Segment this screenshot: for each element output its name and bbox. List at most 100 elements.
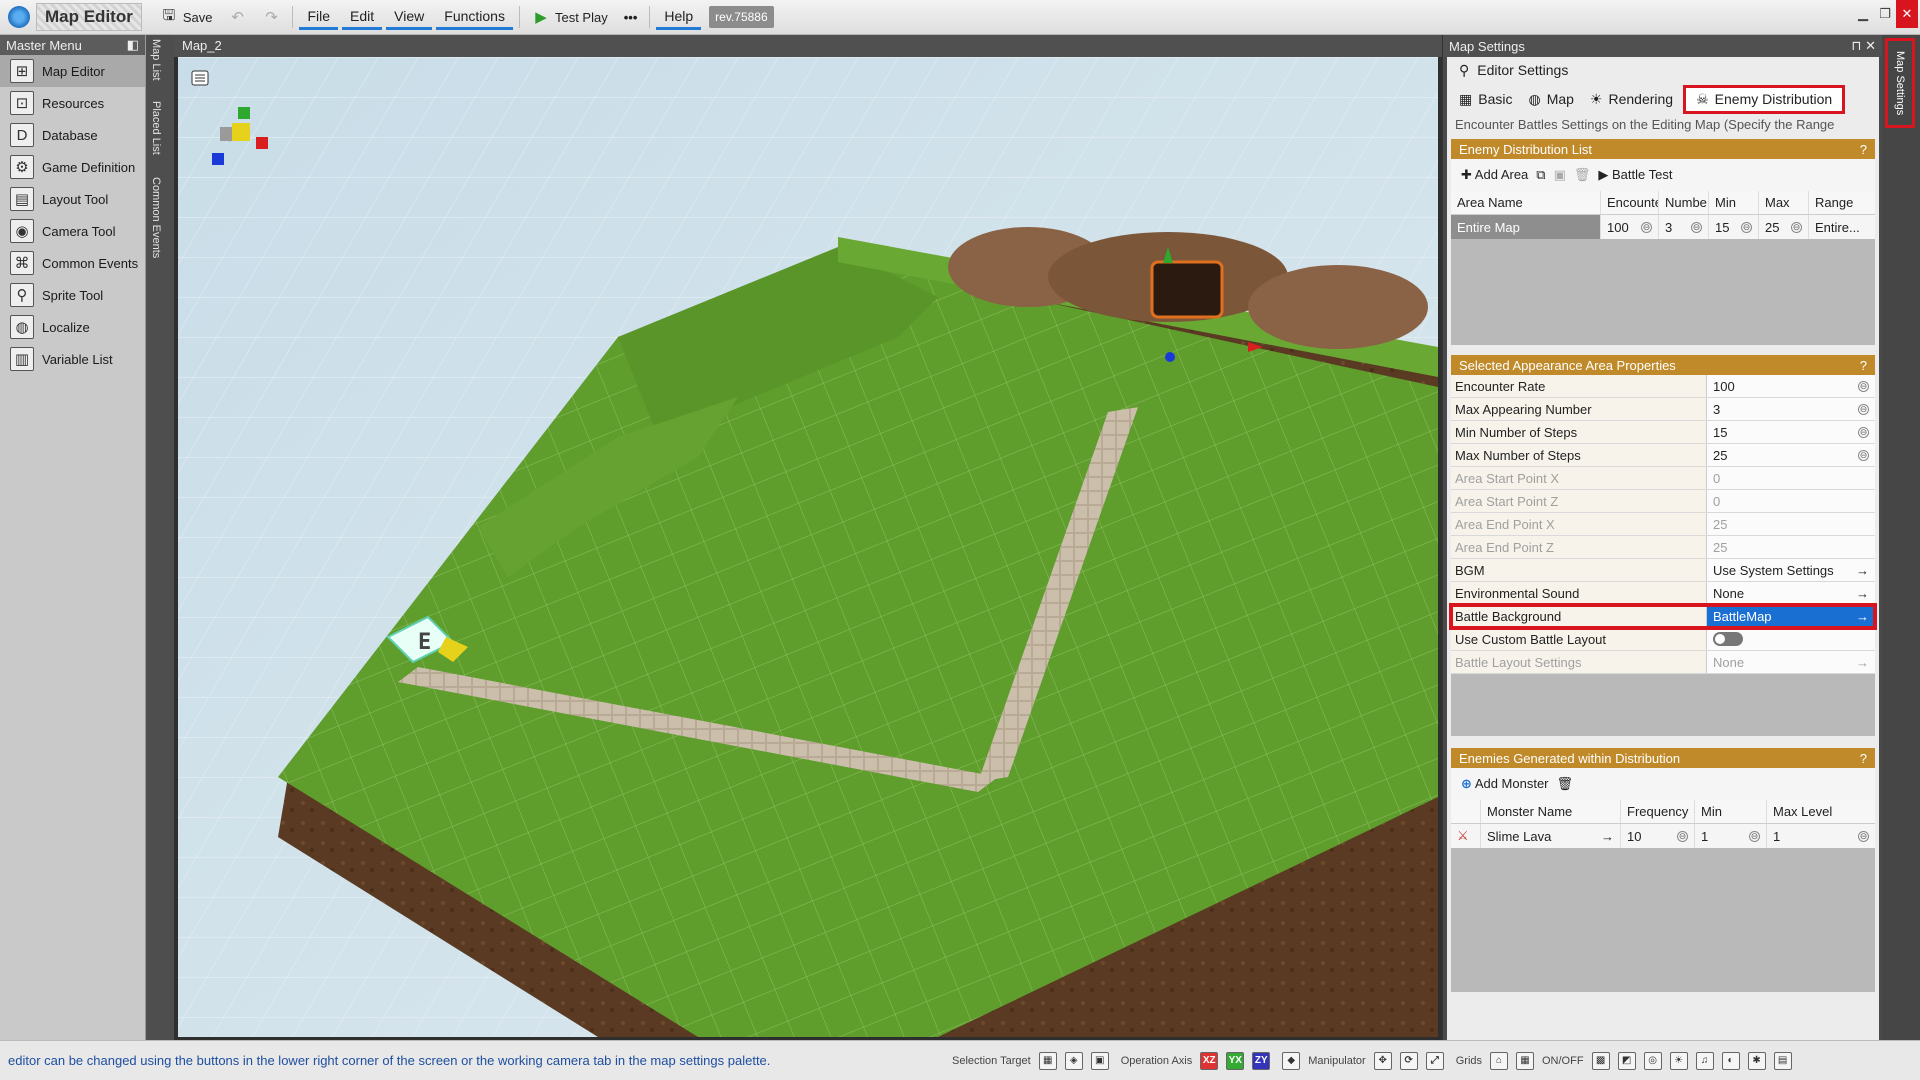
test-play-button[interactable]: ▶ Test Play <box>524 3 616 31</box>
arrow-right-icon[interactable]: → <box>1601 829 1614 844</box>
tab-placed-list[interactable]: Placed List <box>150 101 162 155</box>
scale-icon[interactable]: ⤢ <box>1425 1051 1444 1070</box>
stepper-icon[interactable]: ⊖ <box>1858 830 1869 842</box>
property-value[interactable]: 3 ⊖ <box>1707 398 1875 420</box>
stepper-icon[interactable]: ⊖ <box>1858 403 1869 415</box>
grid-select-icon[interactable]: ▦ <box>1038 1051 1057 1070</box>
master-menu-item-game-definition[interactable]: ⚙ Game Definition <box>0 151 145 183</box>
property-row-min-number-of-steps[interactable]: Min Number of Steps 15 ⊖ <box>1451 421 1875 444</box>
stepper-icon[interactable]: ⊖ <box>1641 221 1652 233</box>
help-icon[interactable]: ? <box>1860 142 1867 157</box>
help-icon[interactable]: ? <box>1860 751 1867 766</box>
col-max-level[interactable]: Max Level <box>1767 800 1875 823</box>
copy-icon[interactable]: ⧉ <box>1536 167 1545 183</box>
camera-icon[interactable]: ◎ <box>1643 1051 1662 1070</box>
master-menu-item-resources[interactable]: ⊡ Resources <box>0 87 145 119</box>
view-icon[interactable]: ◐ <box>1721 1051 1740 1070</box>
master-menu-item-map-editor[interactable]: ⊞ Map Editor <box>0 55 145 87</box>
help-icon[interactable]: ? <box>1860 358 1867 373</box>
property-row-battle-background[interactable]: Battle Background BattleMap → <box>1449 603 1877 630</box>
tab-basic[interactable]: ▦ Basic <box>1453 87 1518 112</box>
tab-enemy-distribution[interactable]: ☠ Enemy Distribution <box>1683 84 1846 114</box>
object-select-icon[interactable]: ◈ <box>1064 1051 1083 1070</box>
property-row-max-appearing-number[interactable]: Max Appearing Number 3 ⊖ <box>1451 398 1875 421</box>
save-button[interactable]: 🖫 Save <box>152 3 221 31</box>
menu-view[interactable]: View <box>386 4 433 30</box>
master-menu-item-localize[interactable]: ◍ Localize <box>0 311 145 343</box>
range-cell[interactable]: Entire... <box>1809 215 1875 239</box>
col-encounter[interactable]: Encounte <box>1601 191 1659 214</box>
stepper-icon[interactable]: ⊖ <box>1749 830 1760 842</box>
delete-icon[interactable]: 🗑 <box>1574 167 1591 183</box>
menu-help[interactable]: Help <box>656 4 702 30</box>
property-row-use-custom-battle-layout[interactable]: Use Custom Battle Layout <box>1451 628 1875 651</box>
col-min-level[interactable]: Min <box>1695 800 1767 823</box>
pin-icon[interactable]: ⊓ ✕ <box>1851 38 1876 54</box>
max-level-cell[interactable]: 1 ⊖ <box>1767 824 1875 848</box>
undo-button[interactable]: ↶ <box>220 3 254 31</box>
master-menu-item-layout-tool[interactable]: ▤ Layout Tool <box>0 183 145 215</box>
grid-toggle-icon[interactable]: ▩ <box>1591 1051 1610 1070</box>
stepper-icon[interactable]: ⊖ <box>1858 449 1869 461</box>
manipulator-icon[interactable]: ◆ <box>1282 1051 1301 1070</box>
property-value[interactable]: Use System Settings → <box>1707 559 1875 581</box>
grid-icon[interactable]: ▦ <box>1516 1051 1534 1070</box>
grid-height-icon[interactable]: ⌂ <box>1490 1051 1508 1070</box>
add-area-button[interactable]: ✚ Add Area <box>1461 167 1528 183</box>
monster-name-cell[interactable]: Slime Lava → <box>1481 824 1621 848</box>
maximize-icon[interactable]: ❐ <box>1874 0 1896 28</box>
redo-button[interactable]: ↷ <box>254 3 288 31</box>
property-value[interactable]: None → <box>1707 582 1875 604</box>
col-max[interactable]: Max <box>1759 191 1809 214</box>
min-level-cell[interactable]: 1 ⊖ <box>1695 824 1767 848</box>
arrow-right-icon[interactable]: → <box>1856 609 1869 624</box>
property-value[interactable]: 15 ⊖ <box>1707 421 1875 443</box>
stepper-icon[interactable]: ⊖ <box>1691 221 1702 233</box>
tab-map-settings[interactable]: Map Settings <box>1885 38 1915 128</box>
col-min[interactable]: Min <box>1709 191 1759 214</box>
axis-yx-button[interactable]: YX <box>1226 1051 1245 1070</box>
rotate-icon[interactable]: ⟳ <box>1399 1051 1418 1070</box>
property-row-max-number-of-steps[interactable]: Max Number of Steps 25 ⊖ <box>1451 444 1875 467</box>
arrow-right-icon[interactable]: → <box>1856 563 1869 578</box>
master-menu-item-common-events[interactable]: ⌘ Common Events <box>0 247 145 279</box>
col-range[interactable]: Range <box>1809 191 1875 214</box>
stepper-icon[interactable]: ⊖ <box>1791 221 1802 233</box>
property-row-environmental-sound[interactable]: Environmental Sound None → <box>1451 582 1875 605</box>
property-row-encounter-rate[interactable]: Encounter Rate 100 ⊖ <box>1451 375 1875 398</box>
tab-common-events[interactable]: Common Events <box>150 177 162 258</box>
battle-test-button[interactable]: ▶ Battle Test <box>1598 167 1672 183</box>
table-row[interactable]: ⚔ Slime Lava → 10 ⊖ 1 ⊖ 1 ⊖ <box>1451 824 1875 848</box>
stepper-icon[interactable]: ⊖ <box>1858 426 1869 438</box>
light-icon[interactable]: ☀ <box>1669 1051 1688 1070</box>
close-icon[interactable]: ✕ <box>1896 0 1918 28</box>
effect-icon[interactable]: ✱ <box>1747 1051 1766 1070</box>
menu-edit[interactable]: Edit <box>342 4 383 30</box>
axis-zy-button[interactable]: ZY <box>1252 1051 1271 1070</box>
master-menu-item-sprite-tool[interactable]: ⚲ Sprite Tool <box>0 279 145 311</box>
paste-icon[interactable]: ▣ <box>1554 167 1566 183</box>
master-menu-item-database[interactable]: D Database <box>0 119 145 151</box>
col-monster-name[interactable]: Monster Name <box>1481 800 1621 823</box>
sound-icon[interactable]: ♫ <box>1695 1051 1714 1070</box>
layer-icon[interactable]: ◩ <box>1617 1051 1636 1070</box>
stepper-icon[interactable]: ⊖ <box>1858 380 1869 392</box>
property-row-bgm[interactable]: BGM Use System Settings → <box>1451 559 1875 582</box>
arrow-right-icon[interactable]: → <box>1856 586 1869 601</box>
toggle-switch[interactable] <box>1713 632 1743 646</box>
editor-settings-button[interactable]: ⚲ Editor Settings <box>1447 57 1879 83</box>
tab-rendering[interactable]: ☀ Rendering <box>1584 87 1679 112</box>
master-menu-item-variable-list[interactable]: ▥ Variable List <box>0 343 145 375</box>
property-value[interactable] <box>1707 628 1875 650</box>
map-scene[interactable]: E <box>178 57 1438 1037</box>
col-frequency[interactable]: Frequency <box>1621 800 1695 823</box>
tab-map-list[interactable]: Map List <box>150 39 162 81</box>
stepper-icon[interactable]: ⊖ <box>1677 830 1688 842</box>
menu-file[interactable]: File <box>299 4 339 30</box>
master-menu-item-camera-tool[interactable]: ◉ Camera Tool <box>0 215 145 247</box>
stepper-icon[interactable]: ⊖ <box>1741 221 1752 233</box>
property-value[interactable]: BattleMap → <box>1707 605 1875 627</box>
move-icon[interactable]: ✥ <box>1373 1051 1392 1070</box>
menu-functions[interactable]: Functions <box>436 4 513 30</box>
property-value[interactable]: 25 ⊖ <box>1707 444 1875 466</box>
